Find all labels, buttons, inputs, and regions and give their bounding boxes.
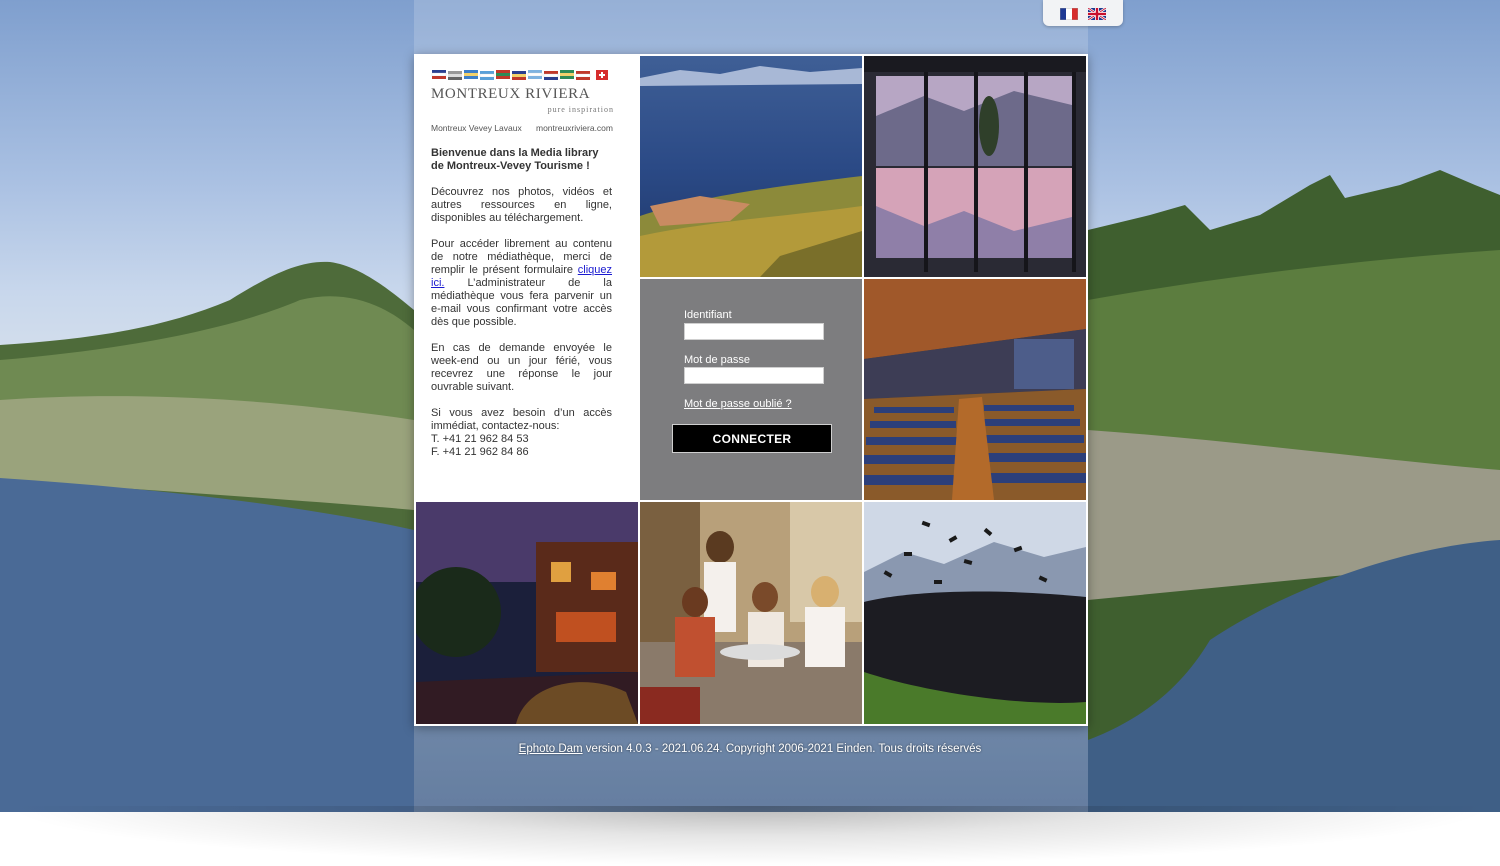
media-library-grid: MONTREUX RIVIERA pure inspiration Montre… xyxy=(414,54,1088,726)
region-label: Montreux Vevey Lavaux xyxy=(431,123,522,133)
contact-text: Si vous avez besoin d’un accès immédiat,… xyxy=(431,407,612,432)
password-label: Mot de passe xyxy=(684,353,751,366)
photo-lavaux-vineyards xyxy=(640,56,862,277)
svg-text:MONTREUX RIVIERA: MONTREUX RIVIERA xyxy=(431,86,590,102)
footer: Ephoto Dam version 4.0.3 - 2021.06.24. C… xyxy=(0,743,1500,755)
photo-auditorium xyxy=(864,279,1086,500)
username-label: Identifiant xyxy=(684,309,732,321)
username-input[interactable] xyxy=(684,322,824,340)
montreux-riviera-logo: MONTREUX RIVIERA pure inspiration xyxy=(431,68,615,120)
intro-paragraph-1: Découvrez nos photos, vidéos et autres r… xyxy=(431,186,612,224)
p2-text-after: L’administrateur de la médiathèque vous … xyxy=(431,277,612,328)
intro-paragraph-2: Pour accéder librement au contenu de not… xyxy=(431,238,612,329)
password-input[interactable] xyxy=(684,367,824,384)
forgot-password-link[interactable]: Mot de passe oublié ? xyxy=(684,398,834,410)
fax-number: F. +41 21 962 84 86 xyxy=(431,446,529,458)
intro-paragraph-3: En cas de demande envoyée le week-end ou… xyxy=(431,342,612,393)
intro-paragraph-4: Si vous avez besoin d’un accès immédiat,… xyxy=(431,407,612,459)
language-selector xyxy=(1043,0,1123,26)
welcome-heading: Bienvenue dans la Media library de Montr… xyxy=(431,147,599,172)
login-panel: Identifiant Mot de passe Mot de passe ou… xyxy=(640,279,862,500)
connect-button[interactable]: CONNECTER xyxy=(672,424,832,453)
brand-sublinks: Montreux Vevey Lavaux montreuxriviera.co… xyxy=(431,122,613,135)
intro-panel: MONTREUX RIVIERA pure inspiration Montre… xyxy=(414,54,638,502)
photo-graduation xyxy=(864,502,1086,724)
footer-copyright: version 4.0.3 - 2021.06.24. Copyright 20… xyxy=(582,743,982,755)
page-shadow xyxy=(0,806,1500,866)
ephoto-dam-link[interactable]: Ephoto Dam xyxy=(519,743,583,755)
photo-night-terrace xyxy=(416,502,638,724)
website-label: montreuxriviera.com xyxy=(536,123,613,133)
flag-fr-icon[interactable] xyxy=(1059,7,1079,21)
photo-cafe-friends xyxy=(640,502,862,724)
photo-panorama-room xyxy=(864,56,1086,277)
phone-number: T. +41 21 962 84 53 xyxy=(431,433,529,445)
svg-text:pure inspiration: pure inspiration xyxy=(548,105,614,114)
login-form: Identifiant Mot de passe Mot de passe ou… xyxy=(684,309,834,410)
flag-uk-icon[interactable] xyxy=(1087,7,1107,21)
